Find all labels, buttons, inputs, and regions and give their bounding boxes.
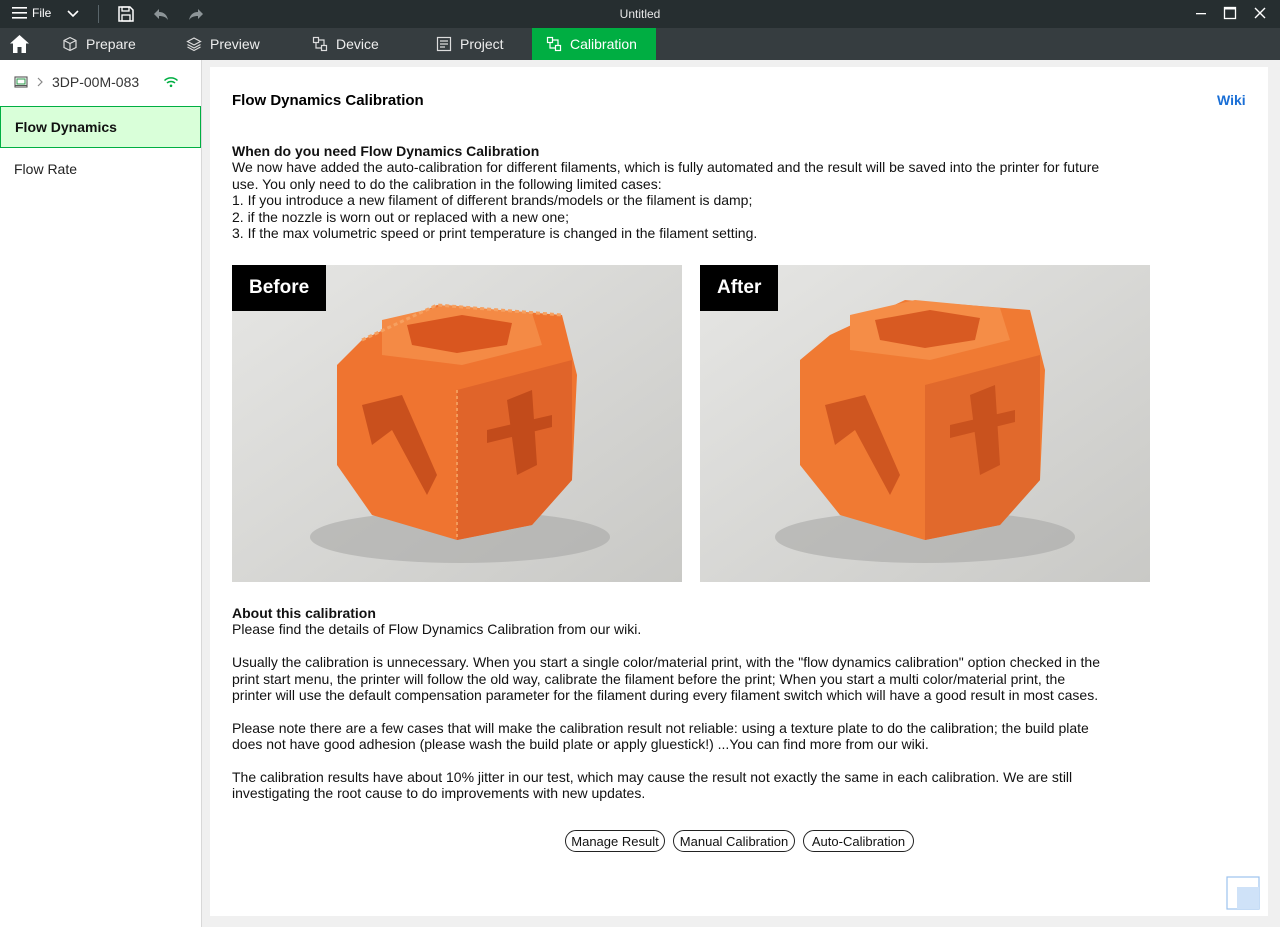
undo-icon[interactable] — [152, 5, 170, 23]
para2-line: does not have good adhesion (please wash… — [232, 736, 929, 753]
tab-preview-label: Preview — [210, 36, 260, 52]
when-line: 2. if the nozzle is worn out or replaced… — [232, 208, 569, 225]
printer-icon — [14, 76, 28, 88]
about-heading: About this calibration — [232, 605, 376, 621]
chevron-down-icon[interactable] — [66, 6, 80, 20]
tab-device[interactable]: Device — [298, 28, 393, 60]
para2-line: Please note there are a few cases that w… — [232, 719, 1089, 736]
wifi-icon — [164, 77, 179, 88]
tab-project[interactable]: Project — [422, 28, 518, 60]
manage-result-button[interactable]: Manage Result — [565, 830, 665, 852]
para1-line: print start menu, the printer will follo… — [232, 670, 1066, 687]
sidebar-item-flow-dynamics[interactable]: Flow Dynamics — [0, 106, 201, 148]
sidebar-item-flow-rate[interactable]: Flow Rate — [0, 148, 201, 190]
close-icon[interactable] — [1252, 5, 1268, 21]
maximize-icon[interactable] — [1222, 5, 1238, 21]
minimize-icon[interactable] — [1193, 5, 1209, 21]
chevron-right-icon — [37, 77, 43, 87]
about-line: Please find the details of Flow Dynamics… — [232, 621, 642, 638]
device-name: 3DP-00M-083 — [52, 74, 140, 90]
para3-line: investigating the root cause to do impro… — [232, 785, 646, 802]
calibration-sidebar: 3DP-00M-083 Flow Dynamics Flow Rate — [0, 60, 202, 927]
wiki-link[interactable]: Wiki — [1217, 92, 1246, 108]
layers-icon — [186, 37, 202, 52]
device-selector[interactable]: 3DP-00M-083 — [14, 74, 179, 90]
save-icon[interactable] — [117, 5, 135, 23]
before-cube-illustration — [232, 265, 682, 582]
para1-line: printer will use the default compensatio… — [232, 687, 1099, 704]
hamburger-icon — [12, 7, 27, 19]
tab-prepare-label: Prepare — [86, 36, 136, 52]
when-heading: When do you need Flow Dynamics Calibrati… — [232, 143, 540, 159]
auto-calibration-button[interactable]: Auto-Calibration — [803, 830, 914, 852]
tab-calibration[interactable]: Calibration — [532, 28, 656, 60]
calibration-icon — [546, 36, 562, 52]
tab-preview[interactable]: Preview — [172, 28, 274, 60]
when-section: When do you need Flow Dynamics Calibrati… — [232, 143, 1152, 241]
when-line: 1. If you introduce a new filament of di… — [232, 192, 753, 209]
file-menu-label: File — [32, 6, 52, 20]
home-icon[interactable] — [9, 34, 30, 54]
cube-icon — [63, 36, 77, 52]
page-title: Flow Dynamics Calibration — [232, 92, 424, 109]
redo-icon[interactable] — [187, 5, 205, 23]
manual-calibration-button[interactable]: Manual Calibration — [673, 830, 795, 852]
after-image: After — [700, 265, 1150, 582]
sidebar-item-label: Flow Rate — [14, 161, 78, 177]
after-label: After — [700, 265, 779, 311]
when-line: We now have added the auto-calibration f… — [232, 159, 1100, 176]
tab-device-label: Device — [336, 36, 379, 52]
project-icon — [436, 36, 452, 52]
title-bar: File Untitled — [0, 0, 1280, 28]
para3-line: The calibration results have about 10% j… — [232, 769, 1073, 786]
file-menu-button[interactable]: File — [12, 6, 51, 20]
tab-calibration-label: Calibration — [570, 36, 637, 52]
after-cube-illustration — [700, 265, 1150, 582]
when-line: 3. If the max volumetric speed or print … — [232, 225, 758, 242]
resize-grip-icon[interactable] — [1226, 876, 1260, 910]
main-tab-bar: Prepare Preview Device Project Calibrati… — [0, 28, 1280, 60]
when-line: use. You only need to do the calibration… — [232, 175, 662, 192]
device-icon — [312, 36, 328, 52]
about-section: About this calibration Please find the d… — [232, 605, 1152, 802]
sidebar-item-label: Flow Dynamics — [15, 119, 117, 135]
tab-prepare[interactable]: Prepare — [48, 28, 150, 60]
before-label: Before — [232, 265, 327, 311]
toolbar-divider — [98, 5, 99, 23]
before-image: Before — [232, 265, 682, 582]
tab-project-label: Project — [460, 36, 504, 52]
para1-line: Usually the calibration is unnecessary. … — [232, 654, 1100, 671]
